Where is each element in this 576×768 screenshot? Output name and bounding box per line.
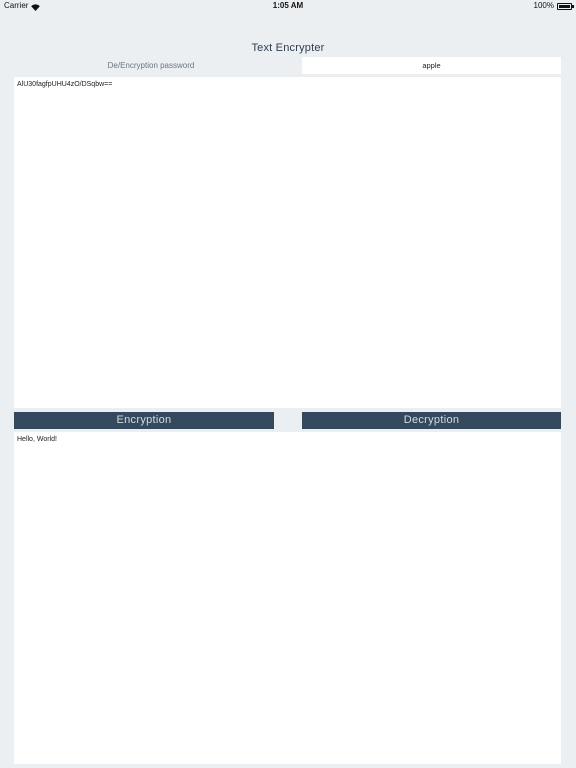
battery-icon (557, 2, 574, 10)
cipher-text-area[interactable]: AlU30fagfpUHU4zO/DSqbw== (14, 77, 561, 408)
plain-text-area[interactable]: Hello, World! (14, 432, 561, 764)
page-title: Text Encrypter (251, 42, 325, 54)
decrypt-button[interactable]: Decryption (302, 412, 561, 429)
status-time: 1:05 AM (272, 1, 304, 10)
battery-percent: 100% (533, 1, 554, 10)
password-label: De/Encryption password (107, 61, 195, 70)
status-bar: Carrier 1:05 AM 100% (0, 0, 576, 12)
password-input[interactable] (302, 57, 561, 74)
encrypt-button[interactable]: Encryption (14, 412, 274, 429)
status-right: 100% (533, 0, 574, 12)
